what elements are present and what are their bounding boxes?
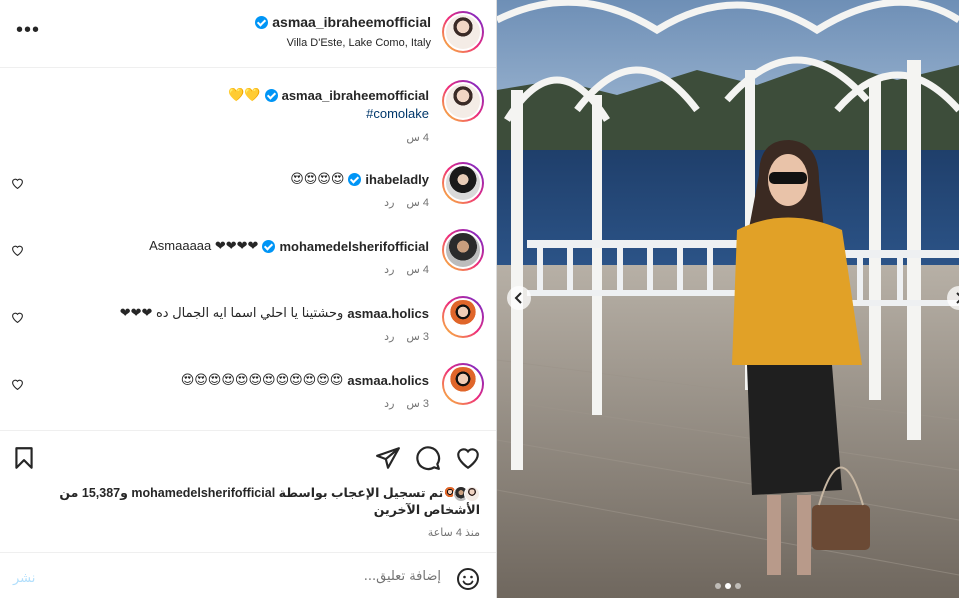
reply-button[interactable]: رد [384,397,394,410]
comment-meta: 4 س رد [384,263,429,276]
heart-icon[interactable] [11,378,24,390]
carousel-prev-button[interactable] [507,286,531,310]
comment-avatar[interactable] [442,363,484,405]
heart-icon[interactable] [11,177,24,189]
liker-avatar [464,485,480,502]
post-actions: تم تسجيل الإعجاب بواسطة mohamedelsherifo… [0,430,496,552]
comment-username[interactable]: mohamedelsherifofficial [279,239,429,254]
comment-avatar[interactable] [442,296,484,338]
verified-badge-icon [262,239,276,253]
caption-avatar[interactable] [442,80,484,122]
likes-liker[interactable]: mohamedelsherifofficial [131,486,275,500]
author-avatar[interactable] [442,11,484,53]
comment-avatar[interactable] [442,229,484,271]
caption-meta: 4 س [406,131,429,144]
comment-meta: 3 س رد [384,397,429,410]
heart-icon[interactable] [455,445,481,471]
likes-summary[interactable]: تم تسجيل الإعجاب بواسطة mohamedelsherifo… [10,485,480,518]
comment-time: 3 س [406,398,429,410]
reply-button[interactable]: رد [384,330,394,343]
caption-block: 💛💛 asmaa_ibraheemofficial #comolake 4 س [0,78,496,148]
bookmark-icon[interactable] [11,445,37,471]
comment-item: وحشتينا يا احلي اسما ايه الجمال ده ❤❤❤ a… [0,296,496,354]
post-button[interactable]: نشر [13,571,35,586]
comment-item: 😍😍😍😍 ihabeladly 4 س رد [0,162,496,220]
comment-username[interactable]: asmaa.holics [347,306,429,321]
caption-line: 💛💛 asmaa_ibraheemofficial [228,87,429,103]
post-header: ••• asmaa_ibraheemofficial Villa D'Este,… [0,0,496,68]
verified-badge-icon [255,15,269,29]
post-detail-panel: ••• asmaa_ibraheemofficial Villa D'Este,… [0,0,497,598]
carousel-dot [735,583,741,589]
likes-prefix: تم تسجيل الإعجاب بواسطة [278,486,444,500]
share-icon[interactable] [375,445,401,471]
post-photo[interactable] [497,0,959,598]
emoji-icon[interactable] [456,567,480,591]
carousel-next-button[interactable] [947,286,959,310]
heart-icon[interactable] [11,311,24,323]
carousel-indicator [715,583,741,589]
caption-time: 4 س [406,132,429,144]
comment-text: 😍😍😍😍😍😍😍😍😍😍😍😍 [180,372,344,387]
comment-icon[interactable] [415,445,441,471]
reply-button[interactable]: رد [384,263,394,276]
comment-time: 3 س [406,331,429,343]
comment-text: وحشتينا يا احلي اسما ايه الجمال ده ❤❤❤ [119,305,344,320]
comment-line: 😍😍😍😍 ihabeladly [290,171,429,187]
comment-avatar[interactable] [442,162,484,204]
comment-line: Asmaaaaa ❤❤❤❤ mohamedelsherifofficial [149,238,429,254]
comment-text: 😍😍😍😍 [290,171,345,186]
caption-emoji: 💛💛 [228,87,261,102]
verified-badge-icon [348,172,362,186]
comment-line: 😍😍😍😍😍😍😍😍😍😍😍😍 asmaa.holics [181,372,429,388]
comment-text: Asmaaaaa ❤❤❤❤ [149,238,259,253]
comment-time: 4 س [406,264,429,276]
carousel-dot-active [725,583,731,589]
author-username[interactable]: asmaa_ibraheemofficial [255,14,431,30]
comment-meta: 3 س رد [384,330,429,343]
verified-badge-icon [264,88,278,102]
photo-image [497,0,959,598]
comment-time: 4 س [406,197,429,209]
reply-button[interactable]: رد [384,196,394,209]
comment-meta: 4 س رد [384,196,429,209]
chevron-left-icon [514,292,522,304]
chevron-right-icon [956,292,959,304]
more-options-icon[interactable]: ••• [16,20,40,40]
heart-icon[interactable] [11,244,24,256]
caption-hashtag[interactable]: #comolake [366,106,429,121]
post-location[interactable]: Villa D'Este, Lake Como, Italy [287,37,431,49]
comment-line: وحشتينا يا احلي اسما ايه الجمال ده ❤❤❤ a… [120,305,429,321]
comment-input[interactable] [61,565,441,587]
author-username-label: asmaa_ibraheemofficial [272,14,431,30]
post-time[interactable]: منذ 4 ساعة [428,526,480,539]
comment-item: Asmaaaaa ❤❤❤❤ mohamedelsherifofficial 4 … [0,229,496,287]
caption-username[interactable]: asmaa_ibraheemofficial [282,88,429,103]
carousel-dot [715,583,721,589]
comment-item: 😍😍😍😍😍😍😍😍😍😍😍😍 asmaa.holics 3 س رد [0,363,496,421]
comment-composer: نشر [0,552,496,598]
comment-username[interactable]: ihabeladly [365,172,429,187]
comment-username[interactable]: asmaa.holics [347,373,429,388]
